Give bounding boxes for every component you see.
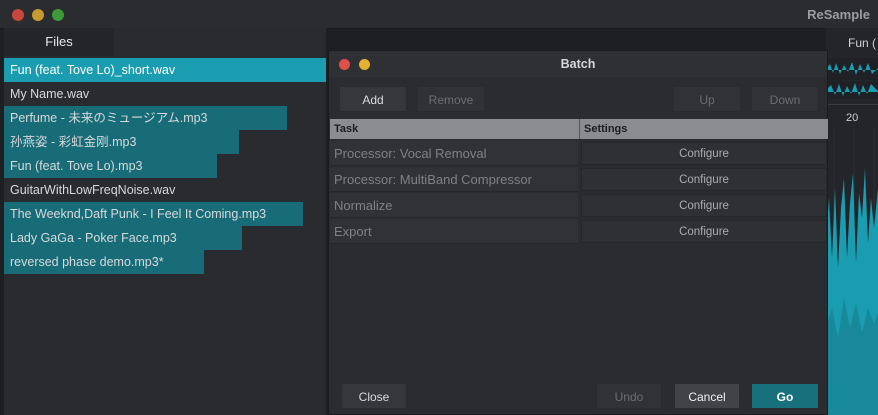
file-list-item[interactable]: reversed phase demo.mp3* <box>4 250 204 274</box>
file-list-item[interactable]: Perfume - 未来のミュージアム.mp3 <box>4 106 287 130</box>
dialog-title-bar: Batch <box>329 51 827 77</box>
task-cell[interactable]: Normalize <box>330 193 578 218</box>
add-button[interactable]: Add <box>339 86 407 112</box>
file-list-item[interactable]: Fun (feat. Tove Lo).mp3 <box>4 154 217 178</box>
configure-button[interactable]: Configure <box>581 168 827 191</box>
waveform-view[interactable]: Fun ( 20 <box>826 28 878 415</box>
tab-files[interactable]: Files <box>4 28 114 56</box>
ruler-label: 20 <box>846 112 859 124</box>
minimize-window-button[interactable] <box>32 9 44 21</box>
close-window-button[interactable] <box>12 9 24 21</box>
task-cell[interactable]: Processor: Vocal Removal <box>330 141 578 166</box>
task-cell[interactable]: Export <box>330 219 578 244</box>
table-row[interactable]: Export Configure <box>330 219 828 245</box>
table-row[interactable]: Processor: MultiBand Compressor Configur… <box>330 167 828 193</box>
table-row[interactable]: Processor: Vocal Removal Configure <box>330 141 828 167</box>
zoom-window-button[interactable] <box>52 9 64 21</box>
waveform-graphic <box>826 58 878 415</box>
column-header-settings[interactable]: Settings <box>580 119 828 139</box>
file-list-item[interactable]: 孙燕姿 - 彩虹金刚.mp3 <box>4 130 239 154</box>
close-button[interactable]: Close <box>341 383 407 409</box>
file-list-item[interactable]: GuitarWithLowFreqNoise.wav <box>4 178 326 202</box>
file-list-item[interactable]: My Name.wav <box>4 82 326 106</box>
down-button[interactable]: Down <box>751 86 819 112</box>
go-button[interactable]: Go <box>751 383 819 409</box>
up-button[interactable]: Up <box>673 86 741 112</box>
file-list-item[interactable]: Lady GaGa - Poker Face.mp3 <box>4 226 242 250</box>
file-list-item[interactable]: Fun (feat. Tove Lo)_short.wav <box>4 58 326 82</box>
table-row[interactable]: Normalize Configure <box>330 193 828 219</box>
app-title: ReSample <box>807 7 870 22</box>
remove-button[interactable]: Remove <box>417 86 485 112</box>
batch-dialog: Batch Add Remove Up Down Task Settings P… <box>328 50 828 415</box>
file-list: Fun (feat. Tove Lo)_short.wav My Name.wav… <box>4 58 326 274</box>
files-panel: Files Fun (feat. Tove Lo)_short.wav My Na… <box>4 28 326 415</box>
configure-button[interactable]: Configure <box>581 220 827 243</box>
undo-button[interactable]: Undo <box>596 383 662 409</box>
column-header-task[interactable]: Task <box>330 119 579 139</box>
title-bar: ReSample <box>0 0 878 29</box>
configure-button[interactable]: Configure <box>581 142 827 165</box>
file-list-item[interactable]: The Weeknd,Daft Punk - I Feel It Coming.… <box>4 202 303 226</box>
task-cell[interactable]: Processor: MultiBand Compressor <box>330 167 578 192</box>
configure-button[interactable]: Configure <box>581 194 827 217</box>
table-header: Task Settings <box>330 119 828 139</box>
cancel-button[interactable]: Cancel <box>674 383 740 409</box>
dialog-title: Batch <box>560 57 596 71</box>
